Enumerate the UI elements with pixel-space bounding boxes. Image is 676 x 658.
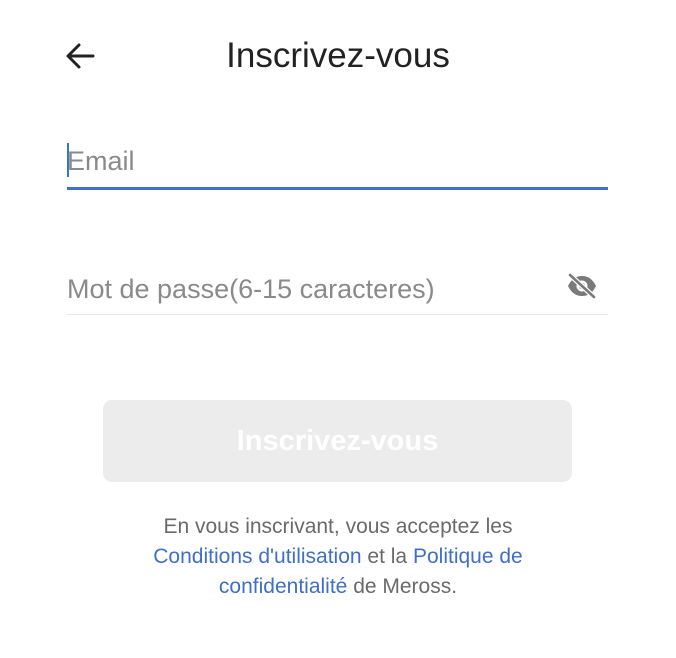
password-input[interactable] bbox=[67, 264, 547, 314]
page-title: Inscrivez-vous bbox=[226, 36, 450, 75]
top-bar: Inscrivez-vous bbox=[0, 0, 676, 110]
privacy-policy-link-line1[interactable]: Politique de bbox=[413, 545, 523, 568]
email-field[interactable] bbox=[67, 135, 608, 190]
privacy-policy-link-line2[interactable]: confidentialité bbox=[219, 575, 347, 598]
terms-suffix-text: de Meross. bbox=[353, 575, 458, 598]
terms-prefix-text: En vous inscrivant, vous acceptez les bbox=[163, 515, 513, 538]
toggle-password-visibility-button[interactable] bbox=[564, 270, 600, 302]
signup-button[interactable]: Inscrivez-vous bbox=[103, 400, 572, 482]
terms-and-text: et la bbox=[367, 545, 408, 568]
eye-off-icon bbox=[567, 273, 597, 299]
text-cursor bbox=[67, 143, 69, 177]
terms-of-use-link[interactable]: Conditions d'utilisation bbox=[153, 545, 361, 568]
terms-notice: En vous inscrivant, vous acceptez les Co… bbox=[60, 512, 616, 602]
email-input[interactable] bbox=[67, 135, 608, 187]
password-field[interactable] bbox=[67, 264, 608, 315]
